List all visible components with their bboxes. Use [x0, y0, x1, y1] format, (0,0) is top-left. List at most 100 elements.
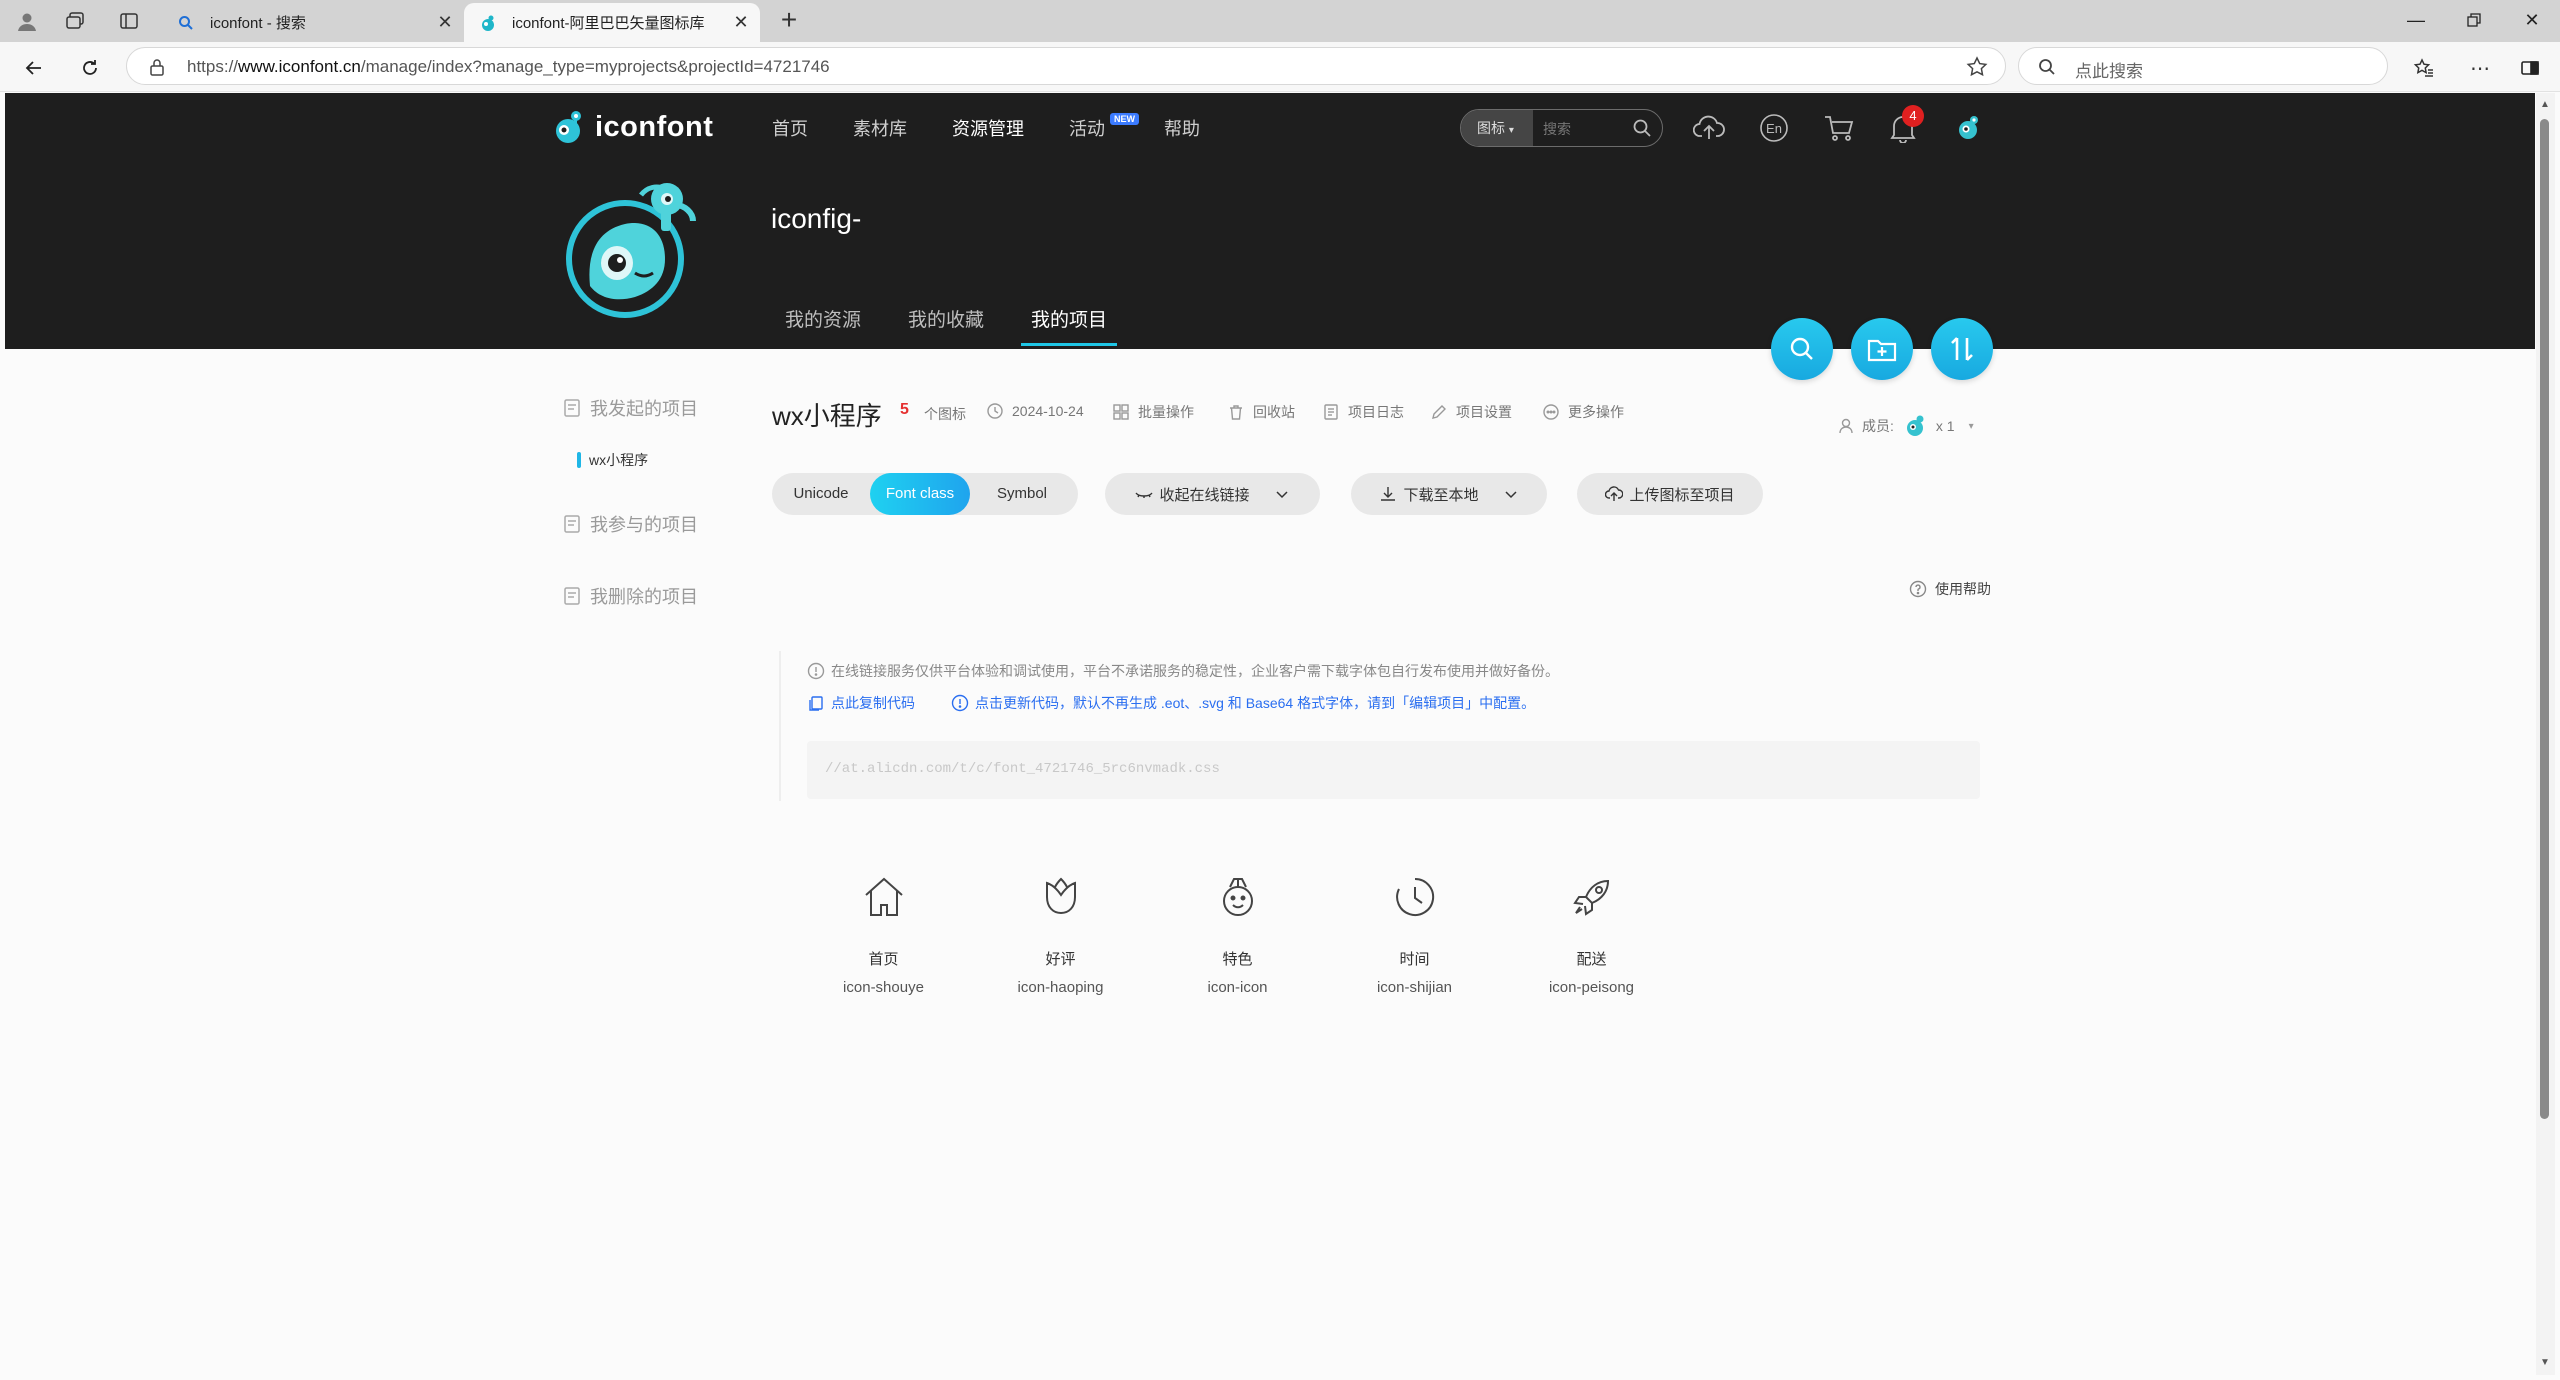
nav-activity-label: 活动 — [1069, 119, 1105, 139]
sidebar-toggle-icon[interactable] — [2514, 52, 2546, 84]
icon-card[interactable]: 特色 icon-icon — [1149, 873, 1326, 996]
icon-card[interactable]: 配送 icon-peisong — [1503, 873, 1680, 996]
icon-name: 特色 — [1222, 951, 1253, 968]
notification-bell-icon[interactable]: 4 — [1886, 105, 1924, 145]
update-code-link[interactable]: 点击更新代码，默认不再生成 .eot、.svg 和 Base64 格式字体，请到… — [951, 693, 1535, 713]
tab-actions-icon[interactable] — [116, 8, 142, 34]
lock-icon[interactable] — [147, 57, 167, 77]
favorites-icon[interactable] — [2408, 52, 2440, 84]
icon-card[interactable]: 时间 icon-shijian — [1326, 873, 1503, 996]
project-log-button[interactable]: 项目日志 — [1322, 402, 1404, 422]
browser-search-field[interactable]: 点此搜索 — [2018, 47, 2388, 85]
project-icon-list: 首页 icon-shouye 好评 icon-haoping 特色 icon-i… — [795, 873, 1680, 996]
format-symbol[interactable]: Symbol — [970, 473, 1074, 515]
close-tab-icon[interactable]: ✕ — [728, 10, 754, 36]
close-window-icon[interactable]: ✕ — [2504, 0, 2560, 40]
iconfont-logo[interactable]: iconfont — [551, 109, 713, 145]
more-operations-button[interactable]: 更多操作 — [1542, 402, 1624, 422]
icon-card[interactable]: 首页 icon-shouye — [795, 873, 972, 996]
icon-name: 首页 — [868, 951, 899, 968]
url-field[interactable]: https://www.iconfont.cn/manage/index?man… — [126, 47, 2006, 85]
iconfont-favicon-icon — [478, 13, 498, 33]
tab-my-favorites[interactable]: 我的收藏 — [908, 305, 984, 346]
search-icon[interactable] — [1632, 118, 1652, 138]
trash-icon — [1230, 405, 1242, 420]
scrollbar-thumb[interactable] — [2540, 119, 2549, 1119]
tab-my-projects[interactable]: 我的项目 — [1021, 305, 1118, 346]
project-settings-button[interactable]: 项目设置 — [1430, 402, 1512, 422]
action-label: 项目设置 — [1456, 404, 1512, 420]
edit-icon — [1432, 405, 1446, 419]
nav-home[interactable]: 首页 — [772, 115, 808, 141]
search-fab-button[interactable] — [1771, 318, 1833, 380]
sidebar-deleted-projects[interactable]: 我删除的项目 — [562, 583, 698, 609]
workspaces-icon[interactable] — [62, 8, 88, 34]
sort-icon — [1951, 337, 1973, 361]
online-link-panel: 在线链接服务仅供平台体验和调试使用，平台不承诺服务的稳定性，企业客户需下载字体包… — [779, 651, 1980, 801]
header-search-input[interactable]: 搜索 — [1543, 119, 1571, 139]
icon-count-label: 个图标 — [924, 406, 966, 422]
copy-code-link[interactable]: 点此复制代码 — [807, 693, 915, 713]
tab-title: iconfont-阿里巴巴矢量图标库 — [512, 15, 705, 32]
format-font-class[interactable]: Font class — [870, 473, 970, 515]
page-scrollbar[interactable]: ▲ ▼ — [2536, 93, 2555, 1375]
tab-my-resources[interactable]: 我的资源 — [785, 305, 861, 346]
new-project-fab-button[interactable] — [1851, 318, 1913, 380]
nav-activity[interactable]: 活动 NEW — [1069, 113, 1139, 141]
date-text: 2024-10-24 — [1012, 403, 1084, 419]
logo-text: iconfont — [595, 110, 714, 143]
action-label: 项目日志 — [1348, 404, 1404, 420]
nav-help[interactable]: 帮助 — [1164, 115, 1200, 141]
sidebar-my-started-projects[interactable]: 我发起的项目 — [562, 395, 698, 421]
code-actions: 点此复制代码 点击更新代码，默认不再生成 .eot、.svg 和 Base64 … — [807, 693, 1535, 713]
format-unicode[interactable]: Unicode — [772, 473, 870, 515]
scroll-down-icon[interactable]: ▼ — [2539, 1357, 2551, 1369]
info-icon — [951, 694, 969, 712]
user-avatar-icon[interactable] — [1951, 111, 1985, 145]
cart-icon[interactable] — [1822, 111, 1856, 145]
tab-search[interactable]: iconfont - 搜索 ✕ — [162, 3, 464, 42]
refresh-icon[interactable] — [74, 52, 106, 84]
batch-operation-button[interactable]: 批量操作 — [1112, 402, 1194, 422]
profile-tabs: 我的资源 我的收藏 我的项目 — [785, 305, 1154, 346]
profile-icon[interactable] — [14, 8, 40, 34]
header-search: 图标 ▾ 搜索 — [1460, 109, 1663, 147]
chevron-down-icon — [1504, 491, 1517, 499]
usage-help-link[interactable]: 使用帮助 — [1909, 579, 1991, 599]
upload-cloud-icon[interactable] — [1692, 111, 1726, 145]
members-dropdown[interactable]: 成员: x 1 ▾ — [1838, 413, 1974, 439]
member-avatar-icon — [1906, 415, 1924, 436]
back-icon[interactable] — [18, 52, 50, 84]
icon-code: icon-haoping — [1017, 979, 1104, 996]
new-tab-button[interactable]: + — [774, 6, 804, 36]
minimize-icon[interactable]: — — [2388, 0, 2444, 40]
browser-tab-bar: iconfont - 搜索 ✕ iconfont-阿里巴巴矢量图标库 ✕ + —… — [0, 0, 2560, 42]
sort-fab-button[interactable] — [1931, 318, 1993, 380]
sidebar-joined-projects[interactable]: 我参与的项目 — [562, 511, 698, 537]
scroll-up-icon[interactable]: ▲ — [2539, 99, 2551, 111]
sidebar-project-item[interactable]: wx小程序 — [577, 450, 648, 470]
upload-icons-button[interactable]: 上传图标至项目 — [1577, 473, 1763, 515]
collapse-online-link-button[interactable]: 收起在线链接 — [1105, 473, 1320, 515]
sidebar-label: 我删除的项目 — [590, 587, 698, 607]
project-date: 2024-10-24 — [986, 402, 1084, 420]
css-link-code-box[interactable]: //at.alicdn.com/t/c/font_4721746_5rc6nvm… — [807, 741, 1980, 799]
language-en-icon[interactable]: En — [1757, 111, 1791, 145]
active-indicator — [577, 452, 581, 468]
log-icon — [1324, 404, 1338, 420]
svg-text:En: En — [1766, 121, 1782, 136]
search-type-select[interactable]: 图标 ▾ — [1461, 110, 1533, 146]
recycle-bin-button[interactable]: 回收站 — [1227, 402, 1295, 422]
icon-code: icon-icon — [1207, 979, 1268, 996]
close-tab-icon[interactable]: ✕ — [432, 10, 458, 36]
clock-icon — [987, 403, 1003, 419]
favorite-star-icon[interactable] — [1965, 55, 1989, 79]
nav-resource-management[interactable]: 资源管理 — [952, 115, 1024, 141]
more-menu-icon[interactable]: ⋯ — [2464, 52, 2496, 84]
document-icon — [564, 399, 580, 417]
icon-card[interactable]: 好评 icon-haoping — [972, 873, 1149, 996]
tab-iconfont[interactable]: iconfont-阿里巴巴矢量图标库 ✕ — [464, 3, 760, 42]
restore-icon[interactable] — [2446, 0, 2502, 40]
nav-library[interactable]: 素材库 — [853, 115, 907, 141]
download-local-button[interactable]: 下载至本地 — [1351, 473, 1547, 515]
